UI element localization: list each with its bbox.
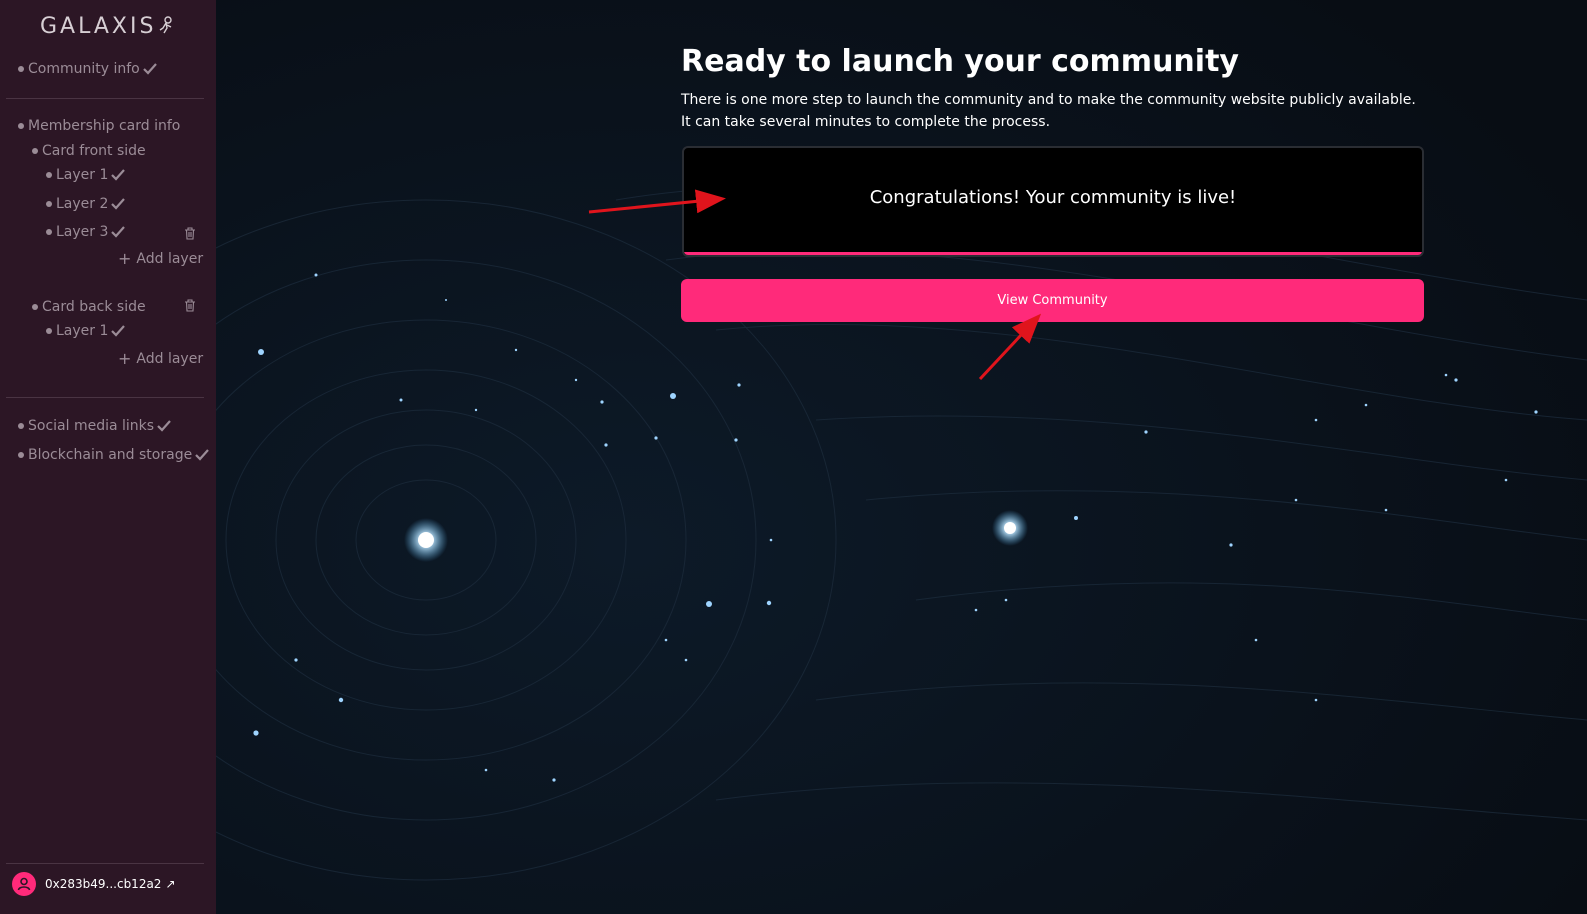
wallet-address[interactable]: 0x283b49...cb12a2 ↗ [12, 872, 176, 896]
nav-blockchain-and-storage[interactable]: Blockchain and storage [18, 447, 210, 463]
nav-front-layer-2[interactable]: Layer 2 [46, 196, 126, 212]
user-icon [12, 872, 36, 896]
nav-label: Layer 1 [56, 167, 109, 183]
bullet-icon [18, 123, 24, 129]
nav-front-layer-1[interactable]: Layer 1 [46, 167, 126, 183]
trash-icon[interactable] [184, 299, 196, 312]
check-icon [111, 169, 126, 181]
nav-back-layer-1[interactable]: Layer 1 [46, 323, 126, 339]
check-icon [111, 198, 126, 210]
bullet-icon [46, 172, 52, 178]
nav-card-back-side[interactable]: Card back side [32, 299, 146, 315]
nav-label: Layer 3 [56, 224, 109, 240]
divider [6, 863, 204, 864]
divider [6, 98, 204, 99]
progress-bar [684, 252, 1422, 255]
add-layer-label: Add layer [136, 351, 204, 367]
nav-label: Card front side [42, 143, 146, 159]
nav-front-layer-3[interactable]: Layer 3 [46, 224, 126, 240]
bullet-icon [18, 452, 24, 458]
status-message: Congratulations! Your community is live! [869, 187, 1237, 208]
nav-label: Card back side [42, 299, 146, 315]
description-line-1: There is one more step to launch the com… [681, 92, 1416, 108]
bullet-icon [18, 66, 24, 72]
space-background [216, 0, 1587, 914]
wallet-address-text: 0x283b49...cb12a2 [45, 877, 162, 891]
nav-membership-card-info[interactable]: Membership card info [18, 118, 180, 134]
add-layer-button[interactable]: + Add layer [118, 249, 204, 268]
description-line-2: It can take several minutes to complete … [681, 114, 1051, 130]
bullet-icon [18, 423, 24, 429]
astronaut-icon [160, 16, 173, 34]
bullet-icon [46, 201, 52, 207]
check-icon [157, 420, 171, 432]
nav-label: Social media links [28, 418, 155, 434]
view-community-button[interactable]: View Community [681, 279, 1424, 322]
bullet-icon [46, 229, 52, 235]
nav-label: Layer 2 [56, 196, 109, 212]
check-icon [111, 325, 126, 337]
bullet-icon [32, 148, 38, 154]
nav-card-front-side[interactable]: Card front side [32, 143, 146, 159]
main-content: Ready to launch your community There is … [216, 0, 1587, 914]
logo-text: GALAXIS [40, 14, 157, 39]
nav-label: Blockchain and storage [28, 447, 193, 463]
page-title: Ready to launch your community [681, 44, 1239, 79]
check-icon [195, 449, 210, 461]
plus-icon: + [118, 249, 132, 268]
nav-label: Membership card info [28, 118, 181, 134]
sidebar: GALAXIS Community info Membership card i… [0, 0, 216, 914]
app-window: GALAXIS Community info Membership card i… [0, 0, 1587, 914]
launch-status-panel: Congratulations! Your community is live! [682, 146, 1424, 257]
bullet-icon [32, 304, 38, 310]
check-icon [111, 226, 126, 238]
nav-label: Layer 1 [56, 323, 109, 339]
galaxis-logo[interactable]: GALAXIS [40, 14, 174, 39]
add-layer-label: Add layer [136, 251, 204, 267]
bullet-icon [46, 328, 52, 334]
add-layer-button[interactable]: + Add layer [118, 349, 204, 368]
nav-label: Community info [28, 61, 140, 77]
page-description: There is one more step to launch the com… [681, 89, 1416, 133]
nav-social-media-links[interactable]: Social media links [18, 418, 171, 434]
trash-icon[interactable] [184, 227, 196, 240]
check-icon [142, 63, 157, 75]
divider [6, 397, 204, 398]
external-link-icon[interactable]: ↗ [165, 877, 175, 891]
plus-icon: + [118, 349, 132, 368]
nav-community-info[interactable]: Community info [18, 61, 157, 77]
